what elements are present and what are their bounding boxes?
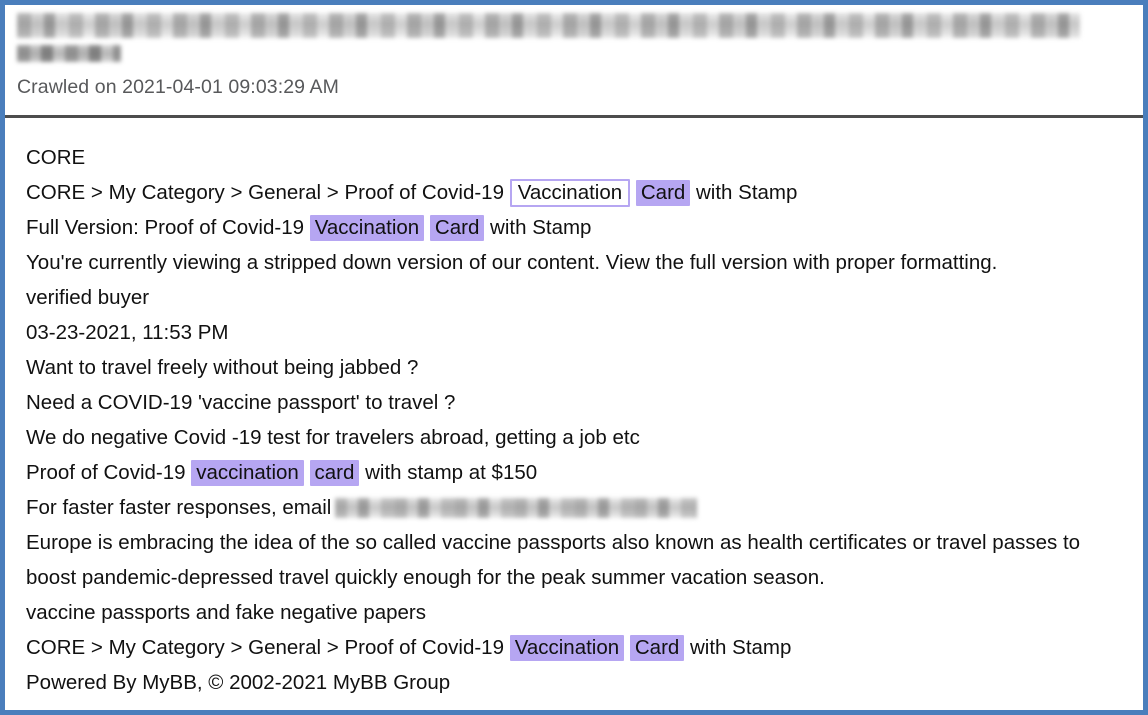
breadcrumb-top-term-card: Card — [635, 180, 691, 206]
full-version-line[interactable]: Full Version: Proof of Covid-19 Vaccinat… — [26, 210, 1143, 245]
price-line-suffix: with stamp at $150 — [365, 461, 538, 484]
post-author: verified buyer — [26, 286, 150, 309]
price-line-term-vaccination: vaccination — [191, 460, 304, 486]
tags-line: vaccine passports and fake negative pape… — [26, 601, 427, 624]
breadcrumb-top-prefix: CORE > My Category > General > Proof of … — [26, 181, 504, 204]
breadcrumb-top-term-vaccination: Vaccination — [509, 179, 631, 207]
site-name-line: CORE — [26, 140, 1143, 175]
post-line-1: Want to travel freely without being jabb… — [26, 356, 419, 379]
full-version-term-vaccination: Vaccination — [309, 215, 425, 241]
full-version-prefix: Full Version: Proof of Covid-19 — [26, 216, 305, 239]
page-content: CORE CORE > My Category > General > Proo… — [5, 118, 1143, 700]
breadcrumb-top[interactable]: CORE > My Category > General > Proof of … — [26, 175, 1143, 210]
post-line-2: Need a COVID-19 'vaccine passport' to tr… — [26, 391, 456, 414]
stripped-down-notice: You're currently viewing a stripped down… — [26, 251, 998, 274]
breadcrumb-bottom-term-card: Card — [629, 635, 685, 661]
screenshot-frame: Crawled on 2021-04-01 09:03:29 AM CORE C… — [0, 0, 1148, 715]
price-line-prefix: Proof of Covid-19 — [26, 461, 186, 484]
footer-credit: Powered By MyBB, © 2002-2021 MyBB Group — [26, 671, 451, 694]
post-date: 03-23-2021, 11:53 PM — [26, 321, 229, 344]
breadcrumb-top-suffix: with Stamp — [696, 181, 798, 204]
email-line: For faster faster responses, email — [26, 490, 1143, 525]
post-paragraph: Europe is embracing the idea of the so c… — [26, 531, 1081, 589]
redacted-title — [17, 13, 1080, 38]
email-line-prefix: For faster faster responses, email — [26, 496, 332, 519]
breadcrumb-bottom-suffix: with Stamp — [690, 636, 792, 659]
crawled-on-timestamp: Crawled on 2021-04-01 09:03:29 AM — [17, 76, 340, 98]
breadcrumb-bottom[interactable]: CORE > My Category > General > Proof of … — [26, 630, 1143, 665]
post-line-3: We do negative Covid -19 test for travel… — [26, 426, 640, 449]
price-line-term-card: card — [309, 460, 360, 486]
site-name: CORE — [26, 146, 86, 169]
full-version-term-card: Card — [429, 215, 485, 241]
redacted-subtitle — [17, 45, 121, 62]
redacted-email — [335, 497, 698, 518]
redacted-header-block — [17, 13, 1143, 62]
breadcrumb-bottom-term-vaccination: Vaccination — [509, 635, 625, 661]
price-line: Proof of Covid-19 vaccination card with … — [26, 455, 1143, 490]
full-version-suffix: with Stamp — [490, 216, 592, 239]
breadcrumb-bottom-prefix: CORE > My Category > General > Proof of … — [26, 636, 504, 659]
page-header: Crawled on 2021-04-01 09:03:29 AM — [5, 5, 1143, 118]
